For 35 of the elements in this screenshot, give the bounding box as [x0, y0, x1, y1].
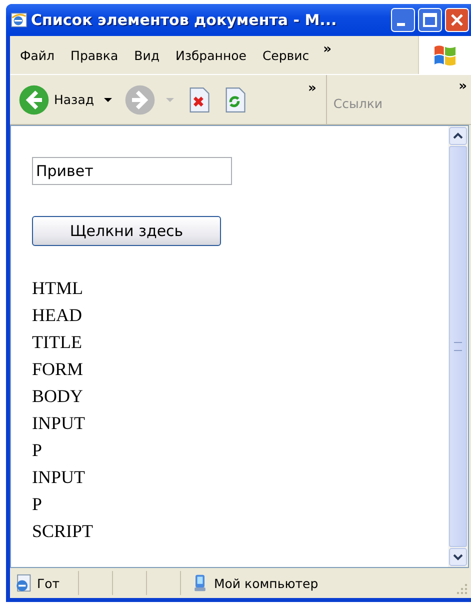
element-name: BODY [32, 385, 84, 408]
scroll-bar[interactable] [448, 126, 468, 567]
element-name: P [32, 493, 44, 516]
text-field[interactable]: Привет [32, 157, 232, 185]
element-name: FORM [32, 358, 84, 381]
minimize-button[interactable] [391, 8, 415, 32]
zone-text: Мой компьютер [214, 576, 318, 590]
menu-item[interactable]: Правка [62, 48, 126, 62]
resize-grip-icon[interactable] [455, 582, 469, 596]
element-name: HEAD [32, 304, 83, 327]
click-button[interactable]: Щелкни здесь [32, 216, 221, 246]
more-tools-chevron[interactable]: » [308, 81, 316, 96]
browser-icon[interactable] [10, 11, 28, 29]
menu-item[interactable]: Избранное [167, 48, 254, 62]
maximize-button[interactable] [418, 8, 442, 32]
scroll-down-button[interactable] [449, 548, 467, 566]
element-name: TITLE [32, 331, 83, 354]
menu-item[interactable]: Вид [126, 48, 168, 62]
status-text: Гот [37, 576, 60, 590]
close-button[interactable] [445, 8, 469, 32]
window-title: Список элементов документа - М... [31, 11, 338, 29]
page-icon[interactable] [14, 574, 32, 592]
scroll-up-button[interactable] [449, 127, 467, 145]
element-name: P [32, 439, 44, 462]
more-links-chevron[interactable]: » [458, 79, 467, 94]
element-name: SCRIPT [32, 520, 94, 543]
more-menu-chevron[interactable]: » [323, 42, 354, 57]
element-name: INPUT [32, 466, 86, 489]
element-name: HTML [32, 277, 84, 300]
back-button[interactable]: Назад [18, 84, 94, 116]
element-name: INPUT [32, 412, 86, 435]
menu-item[interactable]: Сервис [254, 48, 318, 62]
menu-item[interactable]: Файл [12, 48, 63, 62]
scroll-thumb[interactable] [449, 146, 467, 547]
dropdown-caret-icon[interactable] [104, 98, 112, 102]
